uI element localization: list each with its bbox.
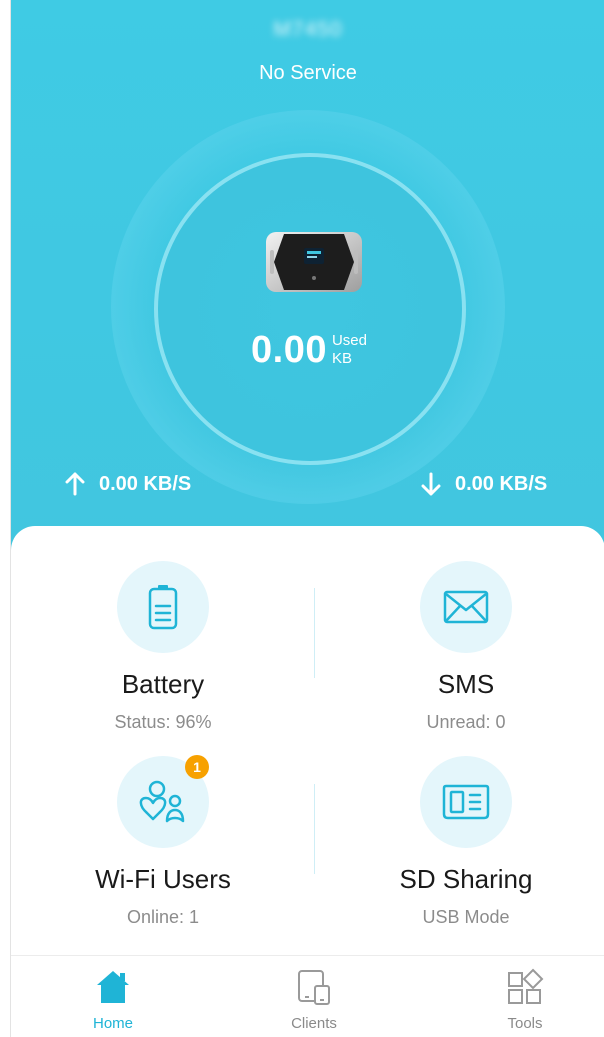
dashboard-card: Battery Status: 96% SMS Unread: 0 1 Wi-F…: [11, 526, 604, 966]
tab-tools[interactable]: Tools: [465, 968, 585, 1032]
tab-clients[interactable]: Clients: [254, 968, 374, 1032]
upload-speed: 0.00 KB/S: [65, 472, 191, 496]
bottom-tab-bar: Home Clients Tools: [11, 955, 604, 1037]
usage-label: Used: [331, 332, 367, 349]
status-header: M7450 No Service 0.00 Used KB 0.00 KB/S …: [11, 0, 604, 560]
arrow-up-icon: [65, 472, 85, 496]
app-frame: M7450 No Service 0.00 Used KB 0.00 KB/S …: [10, 0, 604, 1037]
battery-icon-circle: [117, 561, 209, 653]
sd-card-icon: [442, 784, 490, 820]
wifi-users-title: Wi-Fi Users: [95, 864, 231, 894]
wifi-users-status: Online: 1: [126, 907, 200, 927]
download-speed-value: 0.00 KB/S: [455, 472, 548, 495]
sms-tile[interactable]: SMS Unread: 0: [341, 561, 591, 733]
sms-status: Unread: 0: [426, 712, 506, 732]
arrow-down-icon: [421, 472, 441, 496]
usage-value: 0.00: [251, 329, 327, 371]
usage-unit: KB: [331, 350, 352, 367]
battery-tile[interactable]: Battery Status: 96%: [38, 561, 288, 733]
online-count-badge: 1: [185, 755, 209, 779]
wifi-users-tile[interactable]: 1 Wi-Fi Users Online: 1: [38, 755, 288, 928]
battery-icon: [148, 585, 178, 630]
download-speed: 0.00 KB/S: [421, 472, 547, 496]
tools-grid-icon: [508, 968, 544, 1004]
tab-home[interactable]: Home: [53, 968, 173, 1032]
wifi-users-icon-circle: 1: [117, 755, 209, 848]
devices-icon: [298, 970, 330, 1005]
tab-tools-label: Tools: [507, 1015, 543, 1032]
users-icon: [139, 780, 185, 823]
device-name: M7450: [273, 18, 343, 41]
sd-sharing-tile[interactable]: SD Sharing USB Mode: [341, 756, 591, 928]
sms-icon-circle: [420, 561, 512, 653]
battery-status: Status: 96%: [114, 712, 212, 732]
sd-sharing-status: USB Mode: [422, 907, 510, 927]
usage-ring[interactable]: [154, 153, 466, 465]
sms-title: SMS: [437, 669, 495, 699]
upload-speed-value: 0.00 KB/S: [99, 472, 192, 495]
network-status: No Service: [259, 62, 357, 84]
tab-home-label: Home: [92, 1015, 133, 1032]
battery-title: Battery: [121, 669, 205, 699]
tab-clients-label: Clients: [291, 1015, 337, 1032]
home-icon: [97, 971, 129, 1003]
data-usage: 0.00 Used KB: [251, 330, 367, 370]
sd-sharing-title: SD Sharing: [399, 864, 533, 894]
envelope-icon: [443, 590, 489, 624]
tile-divider: [314, 588, 315, 678]
tile-divider: [314, 784, 315, 874]
router-image: [266, 232, 362, 292]
sd-sharing-icon-circle: [420, 756, 512, 848]
